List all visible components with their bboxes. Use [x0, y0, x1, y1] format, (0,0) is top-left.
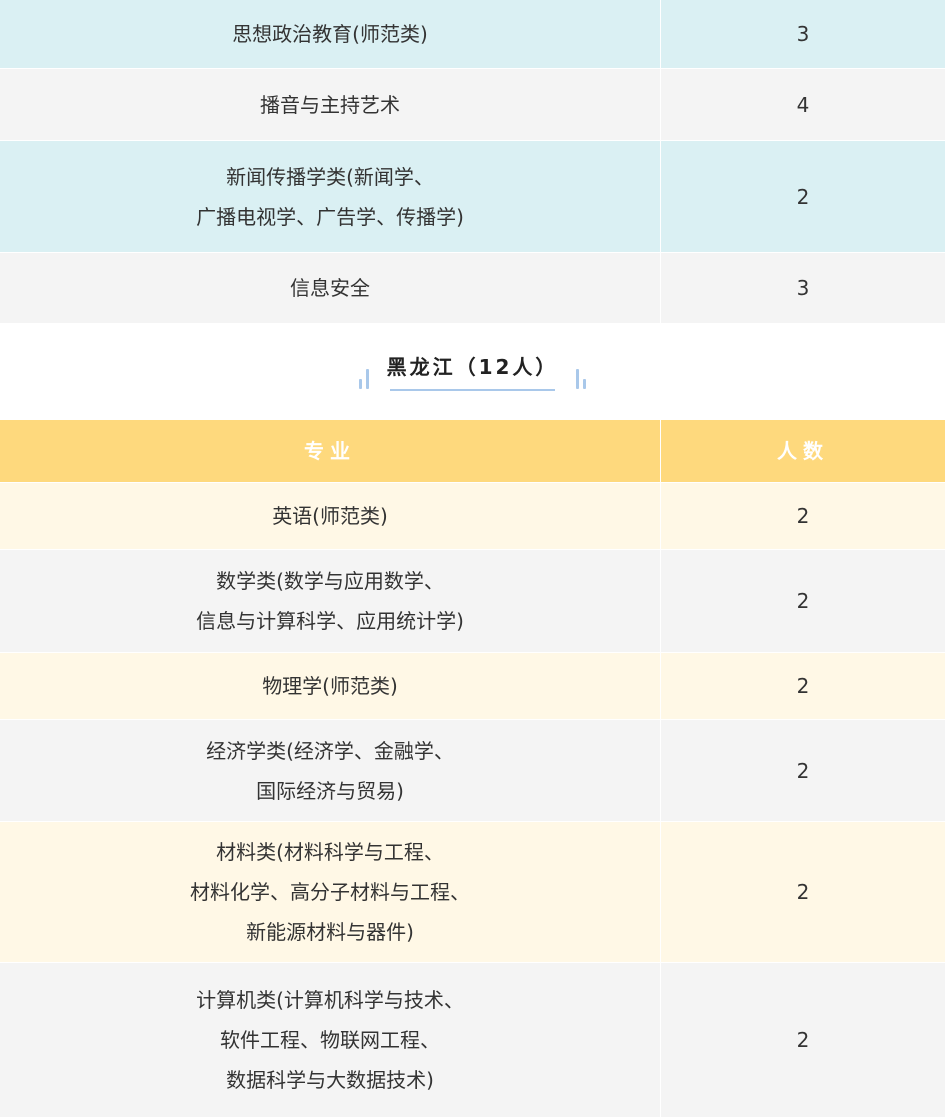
count-cell: 2 [796, 758, 810, 783]
table-row: 计算机类(计算机科学与技术、 软件工程、物联网工程、 数据科学与大数据技术) 2 [0, 963, 945, 1118]
table-row: 播音与主持艺术 4 [0, 69, 945, 141]
count-cell: 2 [796, 1028, 810, 1052]
title-underline [390, 389, 555, 391]
table-header: 专业 人数 [0, 420, 945, 483]
table-row: 经济学类(经济学、金融学、 国际经济与贸易) 2 [0, 720, 945, 822]
major-cell: 材料类(材料科学与工程、 材料化学、高分子材料与工程、 新能源材料与器件) [0, 822, 661, 962]
table-row: 信息安全 3 [0, 253, 945, 324]
major-cell: 英语(师范类) [0, 483, 661, 549]
heading-title-wrap: 黑龙江（12人） [387, 353, 559, 391]
top-table: 思想政治教育(师范类) 3 播音与主持艺术 4 新闻传播学类(新闻学、 广播电视… [0, 0, 945, 324]
count-cell: 2 [796, 504, 810, 528]
header-major: 专业 [0, 420, 661, 482]
major-cell: 信息安全 [0, 253, 661, 323]
table-row: 新闻传播学类(新闻学、 广播电视学、广告学、传播学) 2 [0, 141, 945, 253]
major-cell: 物理学(师范类) [0, 653, 661, 719]
bar-decoration-icon [358, 367, 369, 389]
section-title: 黑龙江（12人） [386, 355, 559, 379]
count-cell: 2 [796, 589, 810, 613]
section-heading: 黑龙江（12人） [0, 324, 945, 420]
major-cell: 计算机类(计算机科学与技术、 软件工程、物联网工程、 数据科学与大数据技术) [0, 963, 661, 1117]
major-cell: 新闻传播学类(新闻学、 广播电视学、广告学、传播学) [0, 141, 661, 252]
count-cell: 2 [796, 674, 810, 698]
count-cell: 2 [796, 880, 810, 904]
header-count: 人数 [777, 439, 829, 463]
count-cell: 3 [796, 22, 810, 46]
major-cell: 经济学类(经济学、金融学、 国际经济与贸易) [0, 720, 661, 821]
count-cell: 4 [796, 92, 810, 117]
count-cell: 3 [796, 276, 810, 300]
bar-decoration-icon [576, 367, 587, 389]
heading-group: 黑龙江（12人） [358, 353, 587, 391]
major-cell: 数学类(数学与应用数学、 信息与计算科学、应用统计学) [0, 550, 661, 652]
table-row: 数学类(数学与应用数学、 信息与计算科学、应用统计学) 2 [0, 550, 945, 653]
table-row: 材料类(材料科学与工程、 材料化学、高分子材料与工程、 新能源材料与器件) 2 [0, 822, 945, 963]
table-row: 英语(师范类) 2 [0, 483, 945, 550]
province-table: 专业 人数 英语(师范类) 2 数学类(数学与应用数学、 信息与计算科学、应用统… [0, 420, 945, 1118]
table-row: 思想政治教育(师范类) 3 [0, 0, 945, 69]
major-cell: 思想政治教育(师范类) [0, 0, 661, 68]
table-row: 物理学(师范类) 2 [0, 653, 945, 720]
count-cell: 2 [796, 184, 810, 209]
major-cell: 播音与主持艺术 [0, 69, 661, 140]
